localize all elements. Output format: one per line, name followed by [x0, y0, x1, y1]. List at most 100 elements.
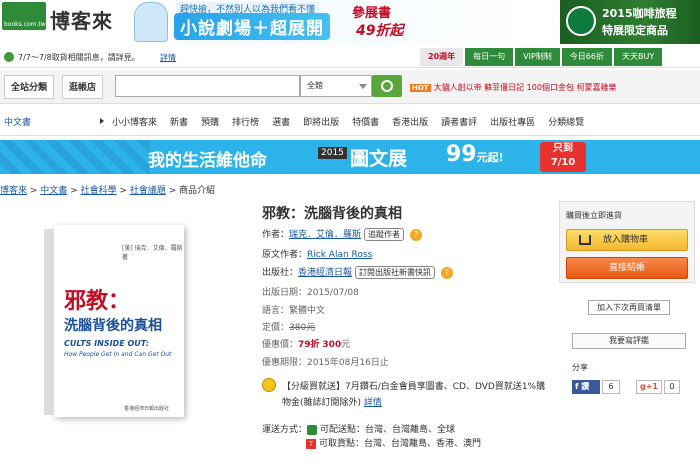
promo-note: 【分級買就送】7月鑽石/白金會員享圖書、CD、DVD買就送1%購物金(雜誌訂閱除… [282, 382, 546, 408]
chevron-right-icon [100, 118, 104, 124]
author-label: 作者： [262, 230, 290, 240]
author-link[interactable]: 瑞克．艾倫．羅斯 [289, 230, 361, 240]
cartoon-person-icon [134, 2, 168, 42]
banner-text2: 圖文展 [350, 148, 408, 170]
publisher-link[interactable]: 香港經濟日報 [298, 268, 352, 278]
date-value: 2015/07/08 [307, 288, 359, 298]
promo-banner-mid[interactable]: 我的生活維他命 2015 圖文展 99元起! 只到 7/10 [0, 140, 700, 174]
wishlist-button[interactable]: 加入下次再買清單 [588, 300, 670, 315]
banner-text1: 我的生活維他命 [148, 151, 267, 171]
promo-period-value: 2015年08月16日止 [307, 358, 389, 368]
subscribe-publisher-button[interactable]: 訂閱出版社新書快訊 [355, 266, 436, 279]
toplink-daily-quote[interactable]: 每日一句 [465, 48, 514, 66]
starbucks-line1: 2015咖啡旅程 [602, 7, 677, 20]
breadcrumb-chinese-books[interactable]: 中文書 [40, 186, 67, 196]
book-cover[interactable]: [美] 瑞克．艾倫．羅斯 著 邪教： 洗腦背後的真相 CULTS INSIDE … [44, 225, 184, 417]
cover-author: [美] 瑞克．艾倫．羅斯 著 [122, 245, 183, 261]
google-plus-count: 0 [664, 380, 680, 394]
fb-label: 讚 [581, 382, 590, 391]
chevron-down-icon [359, 84, 367, 89]
shipping-row: 運送方式： 可配送點：台灣、台灣離島、全球 [262, 422, 455, 435]
store-button[interactable]: 逛帳店 [62, 75, 104, 99]
search-button[interactable] [372, 75, 402, 97]
hot-links-text[interactable]: 大貓人創以帝 蘇菲僵日記 100個口金包 柯蒙嘉雞樂 [434, 83, 617, 92]
cart-icon [579, 235, 591, 245]
cart-header: 購買後立即進貨 [566, 211, 622, 220]
notice-text: 7/7～7/8取貨相關訊息，請詳見。 [18, 53, 140, 62]
nav-item[interactable]: 新書 [170, 115, 188, 128]
starbucks-line2: 特展限定商品 [602, 24, 668, 37]
notice-link[interactable]: 詳情 [160, 52, 176, 63]
original-author-label: 原文作者： [262, 250, 308, 260]
track-author-button[interactable]: 追蹤作者 [364, 228, 405, 241]
help-icon[interactable]: ? [410, 229, 423, 241]
nav-item[interactable]: 分類總覽 [548, 115, 584, 128]
sale-label: 優惠價： [262, 340, 299, 350]
help-icon[interactable]: ? [441, 267, 454, 279]
header: books.com.tw 博客來 趕快搶，不然別人以為我們看不懂 小說劇場＋超展… [0, 0, 700, 46]
promo-note-row: 【分級買就送】7月鑽石/白金會員享圖書、CD、DVD買就送1%購物金(雜誌訂閱除… [282, 379, 552, 411]
buy-now-button[interactable]: 直接結帳 [566, 257, 688, 279]
toplink-anniversary[interactable]: 20週年 [420, 48, 464, 66]
coin-icon [262, 378, 276, 392]
toplink-today-discount[interactable]: 今日66折 [561, 48, 612, 66]
starbucks-logo-icon [566, 6, 596, 36]
language-value: 繁體中文 [289, 306, 326, 316]
add-to-cart-button[interactable]: 放入購物車 [566, 229, 688, 251]
nav-item[interactable]: 選書 [272, 115, 290, 128]
promo-banner-top[interactable]: 趕快搶，不然別人以為我們看不懂 小說劇場＋超展開 參展書 49折起 [120, 0, 540, 44]
write-review-button[interactable]: 我要寫評鑑 [572, 333, 686, 349]
product-title: 邪教：洗腦背後的真相 [262, 206, 402, 222]
date-label: 出版日期： [262, 288, 308, 298]
shipping-label: 運送方式： [262, 425, 308, 435]
facebook-like-button[interactable]: f 讚 [572, 380, 600, 394]
notice-icon [4, 52, 14, 62]
nav-item[interactable]: 出版社專區 [490, 115, 535, 128]
breadcrumb-home[interactable]: 博客來 [0, 186, 27, 196]
author-row: 作者：瑞克．艾倫．羅斯 追蹤作者? [262, 227, 423, 241]
hot-keywords[interactable]: HOT 大貓人創以帝 蘇菲僵日記 100個口金包 柯蒙嘉雞樂 [410, 82, 617, 93]
sale-discount: 79折 [298, 340, 320, 350]
search-input[interactable] [115, 75, 300, 97]
promo-period-label: 優惠期限： [262, 358, 308, 368]
toplink-vip[interactable]: VIP制制 [515, 48, 560, 66]
breadcrumb: 博客來 > 中文書 > 社會科學 > 社會議題 > 商品介紹 [0, 186, 216, 196]
cover-title: 邪教： [64, 289, 131, 314]
shipping-home: 可配送點：台灣、台灣離島、全球 [320, 425, 456, 435]
site-logo[interactable]: books.com.tw [2, 2, 46, 30]
search-scope-select[interactable]: 全館 [300, 75, 372, 97]
breadcrumb-social-issues[interactable]: 社會議題 [130, 186, 166, 196]
logo-text[interactable]: 博客來 [50, 5, 113, 34]
nav-item[interactable]: 排行榜 [232, 115, 259, 128]
facebook-like-count: 6 [602, 380, 620, 394]
add-to-cart-label: 放入購物車 [603, 235, 649, 245]
language-row: 語言：繁體中文 [262, 303, 325, 316]
google-plus-button[interactable]: g+1 [636, 380, 662, 394]
share-label: 分享 [572, 363, 588, 372]
nav-item[interactable]: 小小博客來 [112, 115, 157, 128]
promo-line2: 小說劇場＋超展開 [174, 13, 330, 40]
cover-publisher: 香港經濟日報出版社 [124, 406, 170, 412]
toplink-daily-buy[interactable]: 天天BUY [613, 48, 663, 66]
shipping-711: 可取貨點：台灣、台灣離島、香港、澳門 [319, 439, 482, 449]
original-author-link[interactable]: Rick Alan Ross [307, 250, 372, 260]
nav-chinese-books[interactable]: 中文書 [4, 115, 31, 128]
sale-price-row: 優惠價：79折 300元 [262, 337, 350, 350]
cover-title-en: CULTS INSIDE OUT: [64, 339, 149, 348]
nav-item[interactable]: 香港出版 [392, 115, 428, 128]
category-button[interactable]: 全站分類 [4, 75, 55, 99]
cover-subtitle-en: How People Get In and Can Get Out [64, 351, 172, 358]
list-price-row: 定價：380元 [262, 320, 315, 333]
sale-unit: 元 [341, 340, 351, 350]
sale-price: 300 [322, 340, 342, 350]
banner-text3: 99元起! [446, 142, 504, 167]
starbucks-banner[interactable]: 2015咖啡旅程 特展限定商品 [560, 0, 700, 44]
promo-detail-link[interactable]: 詳情 [364, 398, 382, 408]
nav-item[interactable]: 讀者書評 [441, 115, 477, 128]
breadcrumb-social-science[interactable]: 社會科學 [81, 186, 117, 196]
nav-item[interactable]: 即將出版 [303, 115, 339, 128]
nav-item[interactable]: 特價書 [352, 115, 379, 128]
promo-period-row: 優惠期限：2015年08月16日止 [262, 355, 389, 368]
nav-item[interactable]: 預購 [201, 115, 219, 128]
shipping-711-row: 7 可取貨點：台灣、台灣離島、香港、澳門 [306, 436, 481, 449]
